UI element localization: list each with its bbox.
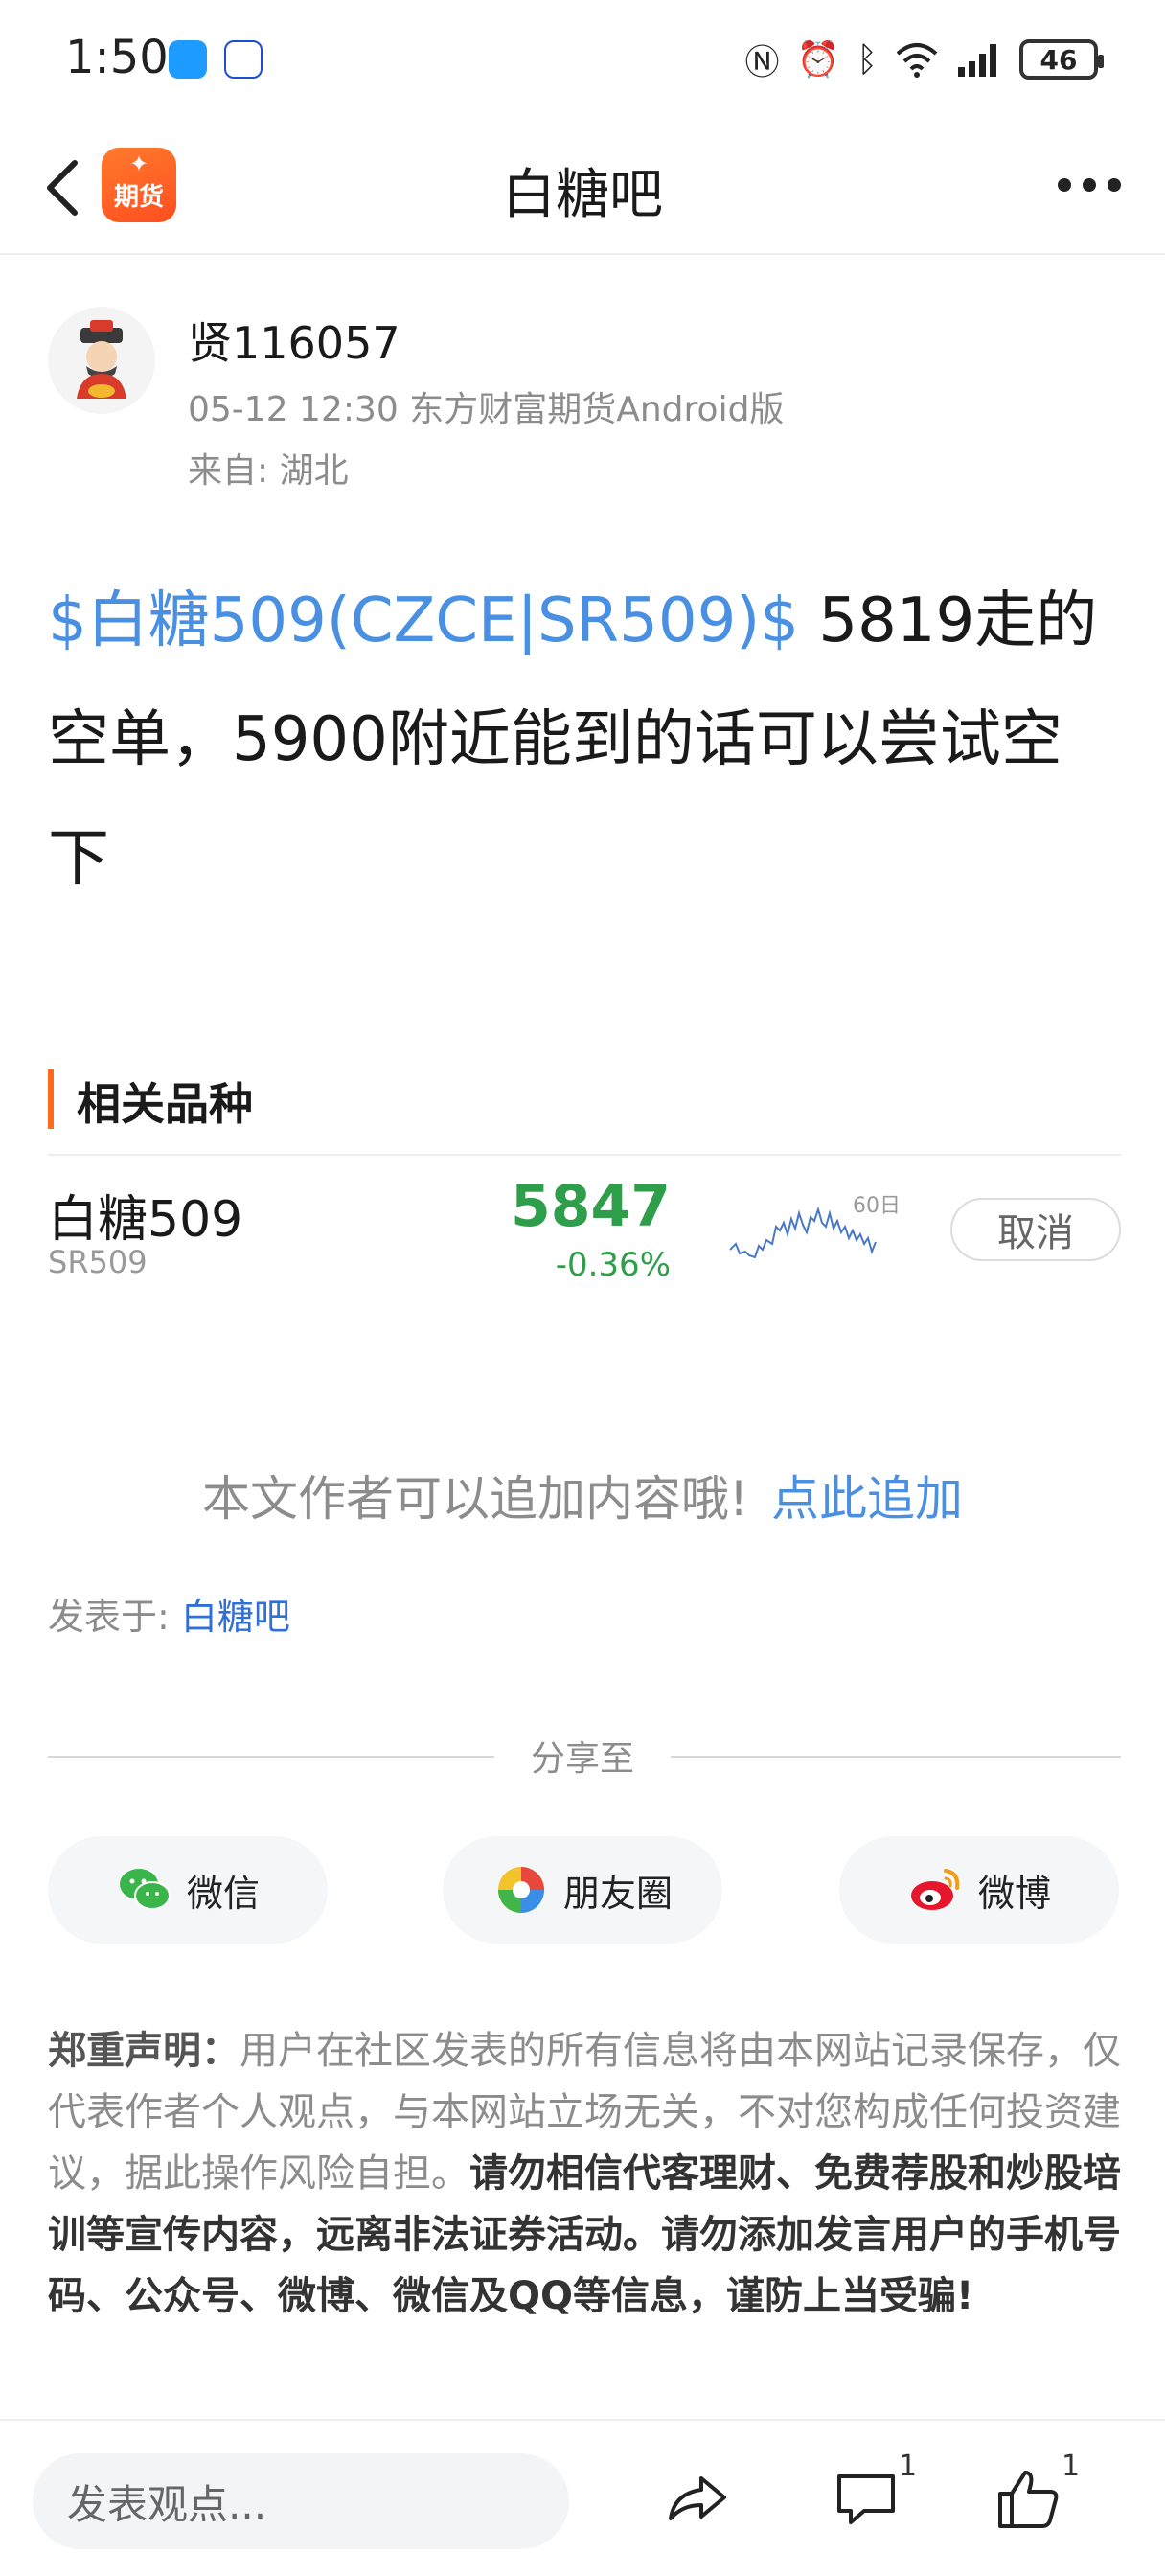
author-avatar[interactable] [48, 307, 155, 414]
divider [48, 1154, 1121, 1156]
wechat-icon [119, 1869, 171, 1910]
signal-icon [958, 44, 996, 77]
comment-input[interactable]: 发表观点... [33, 2453, 569, 2549]
related-section-title: 相关品种 [77, 1078, 253, 1130]
share-wechat-label: 微信 [186, 1872, 260, 1915]
share-weibo-button[interactable]: 微博 [839, 1836, 1119, 1944]
share-weibo-label: 微博 [977, 1872, 1051, 1915]
disclaimer: 郑重声明：用户在社区发表的所有信息将由本网站记录保存，仅代表作者个人观点，与本网… [48, 2020, 1121, 2327]
quote-code: SR509 [48, 1244, 148, 1280]
posted-in-bar-link[interactable]: 白糖吧 [181, 1596, 290, 1638]
status-time: 1:50 [65, 31, 169, 84]
wifi-icon [896, 43, 938, 78]
moments-icon [497, 1867, 544, 1913]
share-arrow-icon[interactable] [661, 2463, 734, 2536]
share-wechat-button[interactable]: 微信 [48, 1836, 328, 1944]
messages-app-icon [169, 40, 207, 79]
quote-change: -0.36% [555, 1246, 671, 1284]
posted-in: 发表于: 白糖吧 [48, 1587, 290, 1640]
append-text: 本文作者可以追加内容哦! [201, 1471, 749, 1527]
stock-link[interactable]: $白糖509(CZCE|SR509)$ [48, 586, 799, 656]
section-accent-bar [48, 1070, 54, 1129]
sparkline-period-label: 60日 [853, 1194, 901, 1218]
like-count: 1 [1062, 2450, 1081, 2483]
more-dot [1083, 178, 1096, 192]
append-link[interactable]: 点此追加 [771, 1471, 963, 1527]
more-dot [1108, 178, 1121, 192]
disclaimer-title: 郑重声明： [48, 2029, 240, 2073]
share-moments-button[interactable]: 朋友圈 [443, 1836, 722, 1944]
nfc-icon: Ⓝ [744, 43, 780, 82]
nav-header: ✦ 期货 白糖吧 [0, 119, 1165, 255]
cancel-follow-button[interactable]: 取消 [950, 1198, 1121, 1261]
share-divider-right [671, 1756, 1121, 1758]
caishen-avatar-icon [48, 307, 155, 414]
news-app-icon [224, 40, 263, 79]
status-icons: Ⓝ ⏰ ᛒ 46 [744, 34, 1104, 84]
posted-in-label: 发表于: [48, 1596, 181, 1638]
post-content: $白糖509(CZCE|SR509)$ 5819走的空单，5900附近能到的话可… [48, 562, 1121, 918]
append-prompt: 本文作者可以追加内容哦! 点此追加 [0, 1460, 1165, 1530]
page-title: 白糖吧 [502, 164, 663, 226]
more-dot [1058, 178, 1071, 192]
quote-price: 5847 [511, 1173, 671, 1240]
post-meta: 05-12 12:30 东方财富期货Android版 [188, 390, 785, 429]
bottom-action-bar: 发表观点... 1 1 [0, 2419, 1165, 2576]
alarm-icon: ⏰ [796, 40, 840, 80]
share-moments-label: 朋友圈 [562, 1872, 673, 1915]
post-location: 来自: 湖北 [188, 451, 349, 491]
comment-icon[interactable] [830, 2463, 902, 2536]
more-options-icon[interactable] [1058, 178, 1121, 192]
weibo-icon [910, 1869, 960, 1910]
comment-count: 1 [899, 2450, 918, 2483]
like-thumb-icon[interactable] [993, 2463, 1065, 2536]
quote-name[interactable]: 白糖509 [48, 1179, 242, 1251]
author-name[interactable]: 贤116057 [188, 309, 400, 372]
battery-level: 46 [1039, 43, 1078, 76]
battery-icon: 46 [1019, 39, 1104, 80]
bluetooth-icon: ᛒ [857, 39, 878, 80]
status-bar: 1:50 Ⓝ ⏰ ᛒ 46 [0, 0, 1165, 119]
